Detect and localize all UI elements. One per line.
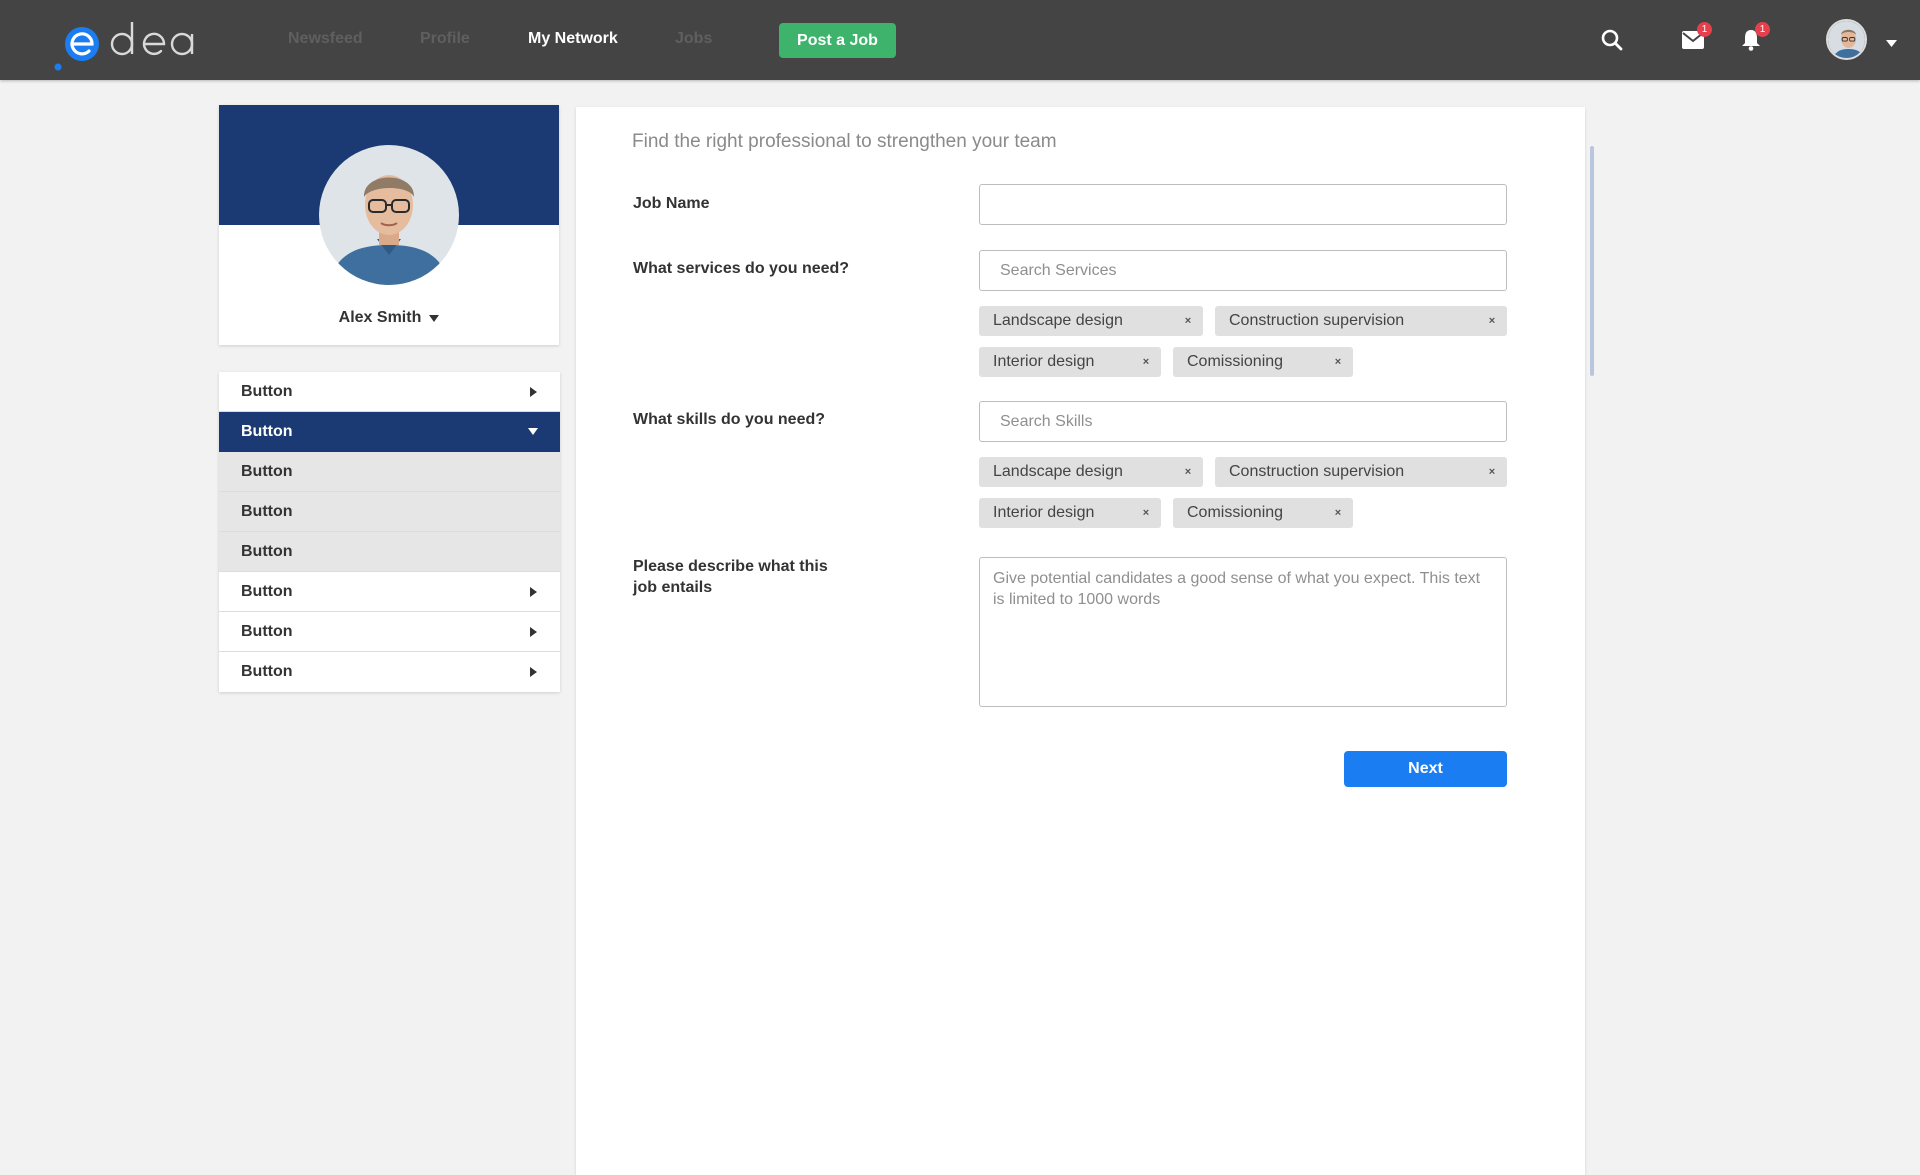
remove-tag-icon[interactable]: × [1182, 466, 1194, 478]
user-avatar[interactable] [1826, 19, 1867, 60]
profile-card: Alex Smith [219, 105, 559, 345]
remove-tag-icon[interactable]: × [1486, 466, 1498, 478]
skill-tag-label: Interior design [993, 504, 1095, 521]
services-label: What services do you need? [633, 260, 850, 277]
profile-avatar[interactable] [319, 145, 459, 285]
caret-down-icon [429, 309, 440, 327]
account-menu-caret-icon[interactable] [1886, 34, 1897, 52]
service-tag: Comissioning × [1173, 347, 1353, 377]
remove-tag-icon[interactable]: × [1140, 507, 1152, 519]
bell-badge: 1 [1755, 22, 1770, 37]
service-tag: Landscape design × [979, 306, 1203, 336]
side-menu-item[interactable]: Button [219, 612, 560, 652]
notifications-button[interactable]: 1 [1735, 22, 1770, 58]
skill-tag: Landscape design × [979, 457, 1203, 487]
service-tag-label: Comissioning [1187, 353, 1284, 370]
nav-my-network[interactable]: My Network [528, 30, 618, 48]
service-tag: Construction supervision × [1215, 306, 1507, 336]
search-icon [1600, 28, 1624, 57]
side-menu-subitem[interactable]: Button [219, 492, 560, 532]
remove-tag-icon[interactable]: × [1332, 507, 1344, 519]
next-button[interactable]: Next [1344, 751, 1507, 787]
mail-badge: 1 [1697, 22, 1712, 37]
caret-right-icon [528, 586, 538, 597]
side-menu-item-label: Button [241, 622, 293, 640]
side-menu-item-label: Button [241, 502, 293, 520]
skill-tag: Construction supervision × [1215, 457, 1507, 487]
service-tag-label: Construction supervision [1229, 312, 1405, 329]
side-menu-item[interactable]: Button [219, 652, 560, 692]
side-menu-item[interactable]: Button [219, 372, 560, 412]
description-label-line-2: job entails [633, 579, 713, 596]
edea-logo[interactable] [52, 10, 222, 72]
service-tag-label: Interior design [993, 353, 1095, 370]
side-menu-subitem[interactable]: Button [219, 452, 560, 492]
side-menu: Button Button Button Button Button Butto… [219, 372, 560, 692]
service-tag-label: Landscape design [993, 312, 1123, 329]
messages-button[interactable]: 1 [1677, 22, 1712, 58]
side-menu-item-label: Button [241, 422, 293, 440]
side-menu-item-expanded[interactable]: Button [219, 412, 560, 452]
top-navigation-bar: Newsfeed Profile My Network Jobs Post a … [0, 0, 1920, 80]
search-services-input[interactable] [979, 250, 1507, 291]
side-menu-item-label: Button [241, 663, 293, 680]
side-menu-item-label: Button [241, 382, 293, 400]
nav-profile[interactable]: Profile [420, 30, 470, 48]
remove-tag-icon[interactable]: × [1182, 315, 1194, 327]
caret-down-icon [528, 427, 538, 437]
profile-name: Alex Smith [338, 309, 422, 327]
caret-right-icon [528, 667, 538, 677]
caret-right-icon [528, 386, 538, 397]
remove-tag-icon[interactable]: × [1140, 356, 1152, 368]
skills-label: What skills do you need? [633, 411, 826, 428]
skill-tag: Comissioning × [1173, 498, 1353, 528]
form-title: Find the right professional to strengthe… [632, 131, 1057, 152]
job-description-textarea[interactable] [979, 557, 1507, 707]
side-menu-item-label: Button [241, 462, 293, 480]
search-skills-input[interactable] [979, 401, 1507, 442]
caret-right-icon [528, 626, 538, 637]
side-menu-item-label: Button [241, 542, 293, 560]
post-a-job-button[interactable]: Post a Job [779, 23, 896, 58]
remove-tag-icon[interactable]: × [1486, 315, 1498, 327]
skill-tag-label: Comissioning [1187, 504, 1284, 521]
nav-newsfeed[interactable]: Newsfeed [288, 30, 363, 48]
search-button[interactable] [1596, 26, 1628, 58]
job-name-input[interactable] [979, 184, 1507, 225]
skill-tag-label: Construction supervision [1229, 463, 1405, 480]
job-name-label: Job Name [633, 195, 710, 212]
side-menu-item[interactable]: Button [219, 572, 560, 612]
description-label: Please describe what this job entails [633, 556, 828, 598]
skill-tag: Interior design × [979, 498, 1161, 528]
post-job-form-panel: Find the right professional to strengthe… [576, 107, 1585, 1175]
side-menu-subitem[interactable]: Button [219, 532, 560, 572]
side-menu-item-label: Button [241, 582, 293, 600]
scrollbar-thumb[interactable] [1590, 146, 1594, 376]
description-label-line-1: Please describe what this [633, 558, 828, 575]
profile-name-dropdown[interactable]: Alex Smith [219, 309, 559, 327]
service-tag: Interior design × [979, 347, 1161, 377]
remove-tag-icon[interactable]: × [1332, 356, 1344, 368]
skill-tag-label: Landscape design [993, 463, 1123, 480]
nav-jobs[interactable]: Jobs [675, 30, 712, 48]
